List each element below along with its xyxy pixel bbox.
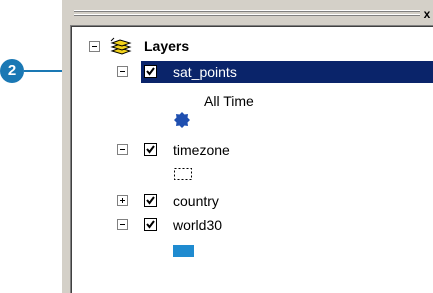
- collapse-toggle-sat-points[interactable]: [117, 66, 128, 77]
- expand-toggle-country[interactable]: [117, 195, 128, 206]
- visibility-checkbox-sat-points[interactable]: [144, 65, 157, 78]
- visibility-checkbox-timezone[interactable]: [144, 143, 157, 156]
- close-button[interactable]: x: [421, 7, 433, 21]
- close-icon: x: [423, 7, 431, 21]
- layer-label-world30[interactable]: world30: [173, 216, 222, 234]
- checkmark-icon: [146, 145, 155, 154]
- dashed-outline-symbol-icon: [173, 167, 193, 181]
- visibility-checkbox-country[interactable]: [144, 194, 157, 207]
- layer-label-sat-points[interactable]: sat_points: [173, 63, 237, 81]
- blue-fill-symbol-icon: [173, 245, 194, 257]
- checkmark-icon: [146, 220, 155, 229]
- blue-dot-symbol-icon: [174, 112, 190, 128]
- layer-label-timezone[interactable]: timezone: [173, 141, 230, 159]
- collapse-toggle-world30[interactable]: [117, 219, 128, 230]
- title-grip[interactable]: [74, 9, 420, 19]
- visibility-checkbox-world30[interactable]: [144, 218, 157, 231]
- checkmark-icon: [146, 196, 155, 205]
- layer-label-country[interactable]: country: [173, 192, 219, 210]
- stage: 2 x Layers sat_points All Time timezone …: [0, 0, 433, 293]
- legend-label-all-time: All Time: [204, 93, 254, 109]
- callout-badge: 2: [0, 59, 24, 83]
- collapse-toggle-layers[interactable]: [89, 41, 100, 52]
- layers-root-label[interactable]: Layers: [144, 37, 189, 55]
- collapse-toggle-timezone[interactable]: [117, 144, 128, 155]
- checkmark-icon: [146, 67, 155, 76]
- layers-stack-icon: [106, 37, 134, 57]
